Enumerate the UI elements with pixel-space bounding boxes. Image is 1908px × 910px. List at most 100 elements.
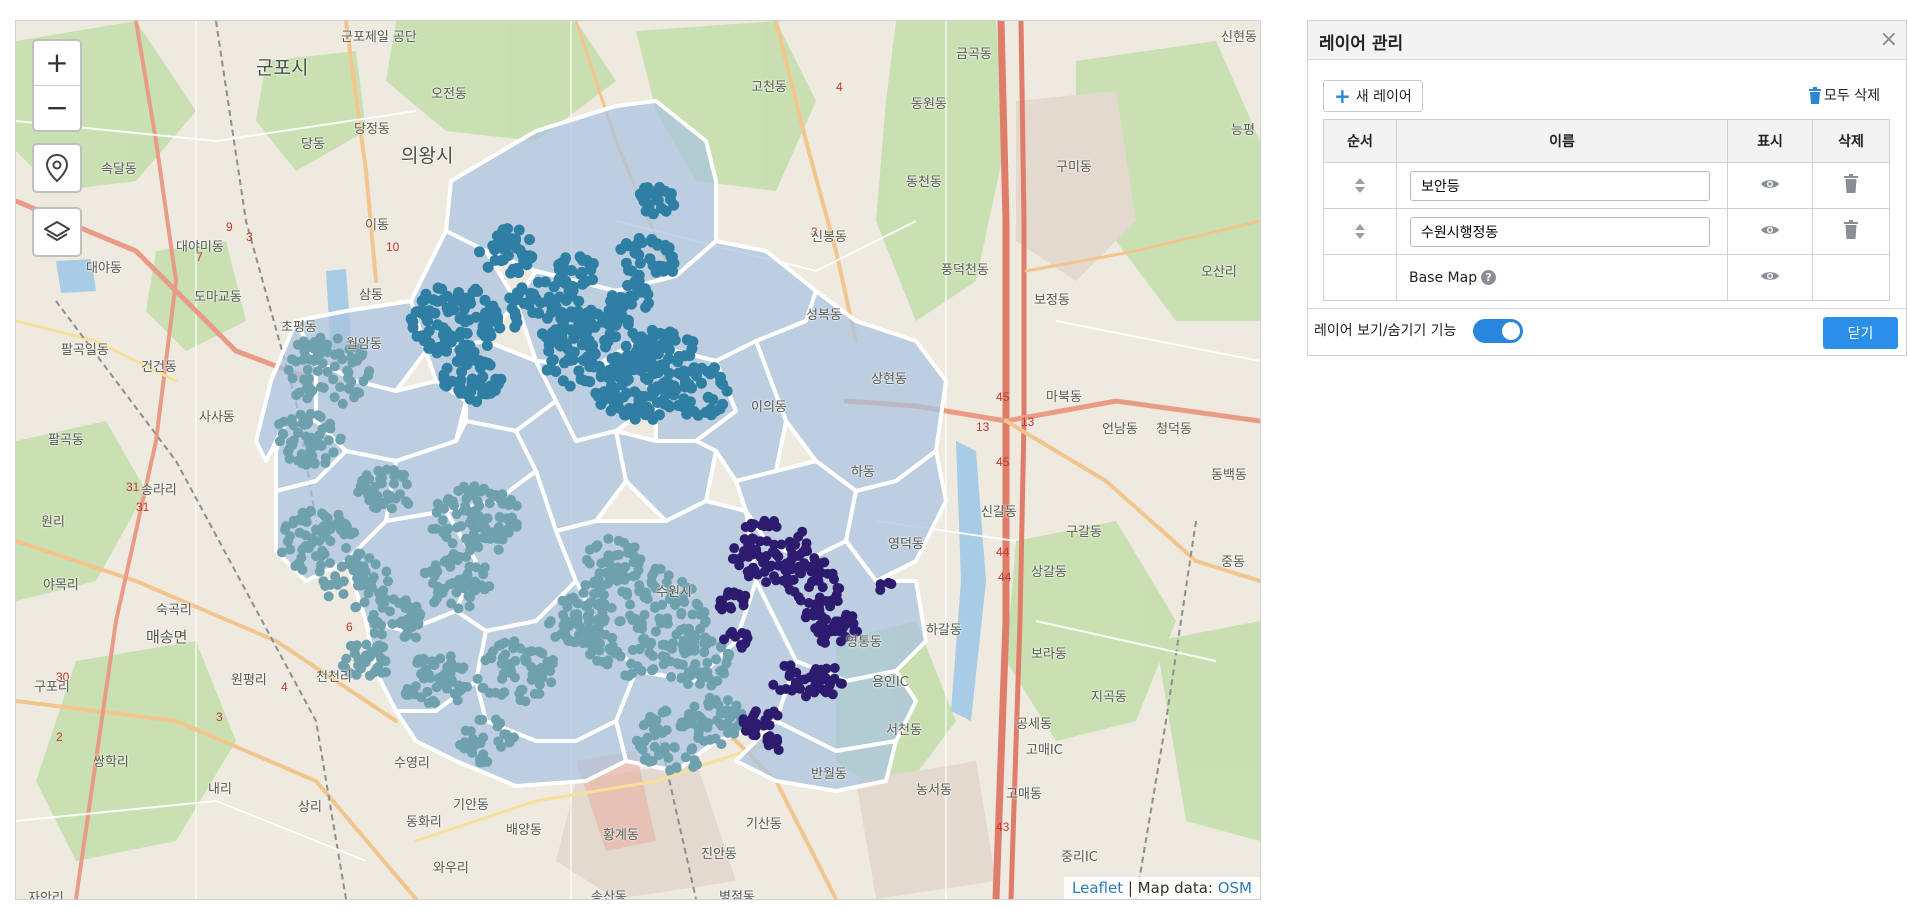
map-point <box>495 229 507 241</box>
map-point <box>694 679 705 689</box>
map-point <box>603 533 614 544</box>
place-label: 영통동 <box>846 635 882 650</box>
map-point <box>714 601 725 612</box>
svg-text:2: 2 <box>56 730 63 744</box>
map-point <box>618 407 630 419</box>
map-point <box>546 307 558 318</box>
eye-icon[interactable] <box>1760 269 1780 283</box>
place-label: 당정동 <box>354 122 390 137</box>
map-point <box>380 594 391 604</box>
map-point <box>755 536 765 547</box>
base-map-row: Base Map? <box>1323 254 1890 301</box>
eye-icon[interactable] <box>1760 223 1780 237</box>
map-point <box>620 238 632 250</box>
map-point <box>573 365 585 377</box>
place-label: 중리IC <box>1061 850 1098 865</box>
map-point <box>719 634 729 645</box>
map-point <box>455 295 467 307</box>
map-point <box>481 340 493 351</box>
map-point <box>526 646 537 657</box>
close-button[interactable]: 닫기 <box>1823 317 1898 349</box>
delete-all-button[interactable]: 모두 삭제 <box>1808 85 1880 105</box>
map-point <box>665 332 677 344</box>
map-point <box>480 655 491 666</box>
map-point <box>387 618 398 629</box>
map-point <box>540 332 552 343</box>
map-point <box>415 609 426 619</box>
place-label: 월암동 <box>346 337 382 352</box>
map-point <box>332 579 343 590</box>
layer-name-input[interactable] <box>1410 170 1710 201</box>
map-point <box>354 388 365 398</box>
reorder-handle[interactable] <box>1325 224 1395 239</box>
place-label: 원리 <box>41 515 65 530</box>
map-point <box>593 573 604 584</box>
col-delete: 삭제 <box>1812 119 1890 163</box>
map-point <box>604 571 615 582</box>
map-point <box>478 732 489 743</box>
map-point <box>484 581 495 592</box>
locate-button[interactable] <box>32 143 82 193</box>
map-point <box>829 574 839 585</box>
map-point <box>452 580 463 591</box>
map-point <box>482 513 493 524</box>
map-point <box>663 353 674 365</box>
place-label: 초평동 <box>281 320 317 335</box>
map-point <box>721 718 732 729</box>
zoom-in-button[interactable]: + <box>34 41 80 85</box>
osm-link[interactable]: OSM <box>1218 879 1252 897</box>
map-point <box>325 423 336 434</box>
map-point <box>439 334 451 346</box>
map-point <box>437 515 448 526</box>
map-point <box>472 673 483 684</box>
map-point <box>811 571 822 582</box>
map-point <box>528 288 540 300</box>
map-point <box>553 264 565 275</box>
map-point <box>337 398 348 409</box>
map-point <box>504 737 515 748</box>
map-point <box>360 657 371 668</box>
leaflet-link[interactable]: Leaflet <box>1072 879 1123 897</box>
toggle-knob <box>1502 322 1520 340</box>
map-point <box>300 530 311 541</box>
place-label: 고천동 <box>751 80 787 95</box>
reorder-handle[interactable] <box>1325 178 1395 193</box>
map-point <box>378 499 389 510</box>
eye-icon[interactable] <box>1760 177 1780 191</box>
map-point <box>361 639 372 650</box>
map-point <box>338 589 349 599</box>
map-point <box>352 573 363 584</box>
sort-down-icon <box>1355 233 1365 239</box>
map-point <box>582 601 593 612</box>
stack-layers-icon <box>44 221 70 241</box>
map-point <box>453 485 464 496</box>
map-point <box>820 630 831 641</box>
map-point <box>319 340 330 351</box>
map-point <box>477 714 488 725</box>
place-label: 동원동 <box>911 97 947 112</box>
trash-icon[interactable] <box>1843 220 1859 239</box>
map-view[interactable]: 45 13 13 45 44 44 43 9 10 3 7 31 31 30 2 346 34 군포… <box>15 20 1261 900</box>
zoom-out-button[interactable]: − <box>34 85 80 130</box>
layer-name-input[interactable] <box>1410 216 1710 247</box>
close-icon[interactable]: × <box>1880 27 1898 52</box>
map-point <box>285 544 296 555</box>
map-point <box>648 713 659 724</box>
map-point <box>372 663 382 674</box>
visibility-toggle[interactable] <box>1473 319 1523 343</box>
place-label: 진안동 <box>701 847 737 862</box>
map-point <box>779 660 790 671</box>
place-label: 이동 <box>365 218 389 233</box>
map-point <box>650 266 662 278</box>
map-point <box>765 561 775 572</box>
new-layer-button[interactable]: + 새 레이어 <box>1323 80 1423 112</box>
help-icon[interactable]: ? <box>1481 270 1497 285</box>
trash-icon[interactable] <box>1843 174 1859 193</box>
map-point <box>513 224 525 236</box>
place-label: 야목리 <box>43 578 79 593</box>
place-label: 기산동 <box>746 817 782 832</box>
map-point <box>685 382 697 394</box>
map-point <box>441 376 452 388</box>
layers-button[interactable] <box>32 207 82 257</box>
place-label: 송라리 <box>141 483 177 498</box>
